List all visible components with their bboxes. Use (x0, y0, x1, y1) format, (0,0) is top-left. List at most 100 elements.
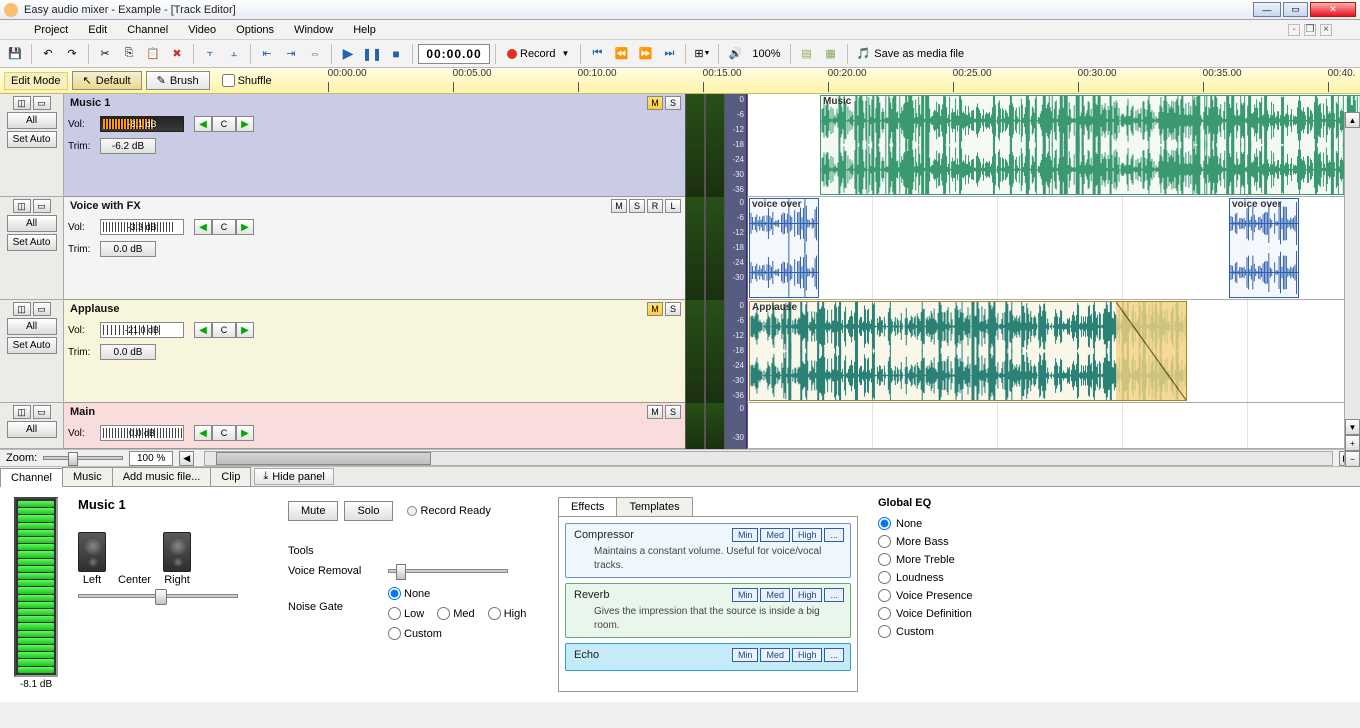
prev-clip-icon[interactable]: ◀ (194, 425, 212, 441)
hide-panel-button[interactable]: ⤓Hide panel (254, 468, 333, 485)
play-icon[interactable]: ▶ (337, 43, 359, 65)
rec-button[interactable]: R (647, 199, 663, 213)
skip-end-icon[interactable]: ⏭ (658, 43, 680, 65)
pan-slider[interactable] (78, 594, 238, 598)
trim-end-icon[interactable]: ⇥ (280, 43, 302, 65)
maximize-button[interactable]: ▭ (1283, 2, 1308, 17)
close-button[interactable]: ✕ (1310, 2, 1356, 17)
clip-voice-1[interactable]: voice over (749, 198, 819, 298)
preset-more[interactable]: ... (824, 648, 844, 662)
waveform-area-main[interactable] (747, 403, 1360, 449)
save-icon[interactable]: 💾 (4, 43, 26, 65)
effect-reverb[interactable]: MinMedHigh... Reverb Gives the impressio… (565, 583, 851, 638)
center-button[interactable]: C (212, 322, 236, 338)
scroll-left-icon[interactable]: ◀ (179, 451, 194, 466)
collapse-icon[interactable]: ▭ (33, 302, 51, 316)
trim-field[interactable]: 0.0 dB (100, 241, 156, 257)
zoom-slider[interactable] (43, 456, 123, 460)
prev-clip-icon[interactable]: ◀ (194, 116, 212, 132)
trim-field[interactable]: -6.2 dB (100, 138, 156, 154)
menu-channel[interactable]: Channel (117, 22, 178, 38)
expand-icon[interactable]: ◫ (13, 405, 31, 419)
cut-icon[interactable]: ✂ (94, 43, 116, 65)
voice-removal-slider[interactable] (388, 569, 508, 573)
prev-clip-icon[interactable]: ◀ (194, 219, 212, 235)
preset-high[interactable]: High (792, 528, 823, 542)
mdi-minimize-icon[interactable]: - (1288, 24, 1300, 36)
select-all-button[interactable]: All (7, 318, 57, 335)
center-button[interactable]: C (212, 425, 236, 441)
noise-gate-low[interactable]: Low (388, 607, 424, 620)
expand-icon[interactable]: ◫ (13, 302, 31, 316)
center-button[interactable]: C (212, 219, 236, 235)
preset-more[interactable]: ... (824, 528, 844, 542)
forward-icon[interactable]: ⏩ (634, 43, 656, 65)
effect-echo[interactable]: MinMedHigh... Echo (565, 643, 851, 671)
solo-button[interactable]: S (629, 199, 645, 213)
solo-button[interactable]: S (665, 96, 681, 110)
redo-icon[interactable]: ↷ (61, 43, 83, 65)
horizontal-scrollbar[interactable] (204, 451, 1333, 466)
solo-button[interactable]: Solo (344, 501, 392, 521)
menu-window[interactable]: Window (284, 22, 343, 38)
preset-min[interactable]: Min (732, 588, 759, 602)
layout1-icon[interactable]: ▤ (796, 43, 818, 65)
noise-gate-none[interactable]: None (388, 587, 430, 600)
record-ready-toggle[interactable]: Record Ready (407, 501, 491, 521)
menu-edit[interactable]: Edit (78, 22, 117, 38)
menu-video[interactable]: Video (178, 22, 226, 38)
skip-start-icon[interactable]: ⏮ (586, 43, 608, 65)
preset-med[interactable]: Med (760, 648, 790, 662)
preset-med[interactable]: Med (760, 588, 790, 602)
preset-more[interactable]: ... (824, 588, 844, 602)
waveform-area-voice[interactable]: voice over voice over (747, 197, 1360, 300)
delete-icon[interactable]: ✖ (166, 43, 188, 65)
track-header-applause[interactable]: Applause MS Vol: -21.0 dB ◀C▶ Trim:0.0 d… (64, 300, 685, 403)
mute-button[interactable]: M (611, 199, 627, 213)
shuffle-checkbox[interactable]: Shuffle (222, 74, 272, 87)
waveform-area-music[interactable]: Music (747, 94, 1360, 197)
effects-list[interactable]: MinMedHigh... Compressor Maintains a con… (558, 517, 858, 692)
preset-high[interactable]: High (792, 648, 823, 662)
track-header-main[interactable]: Main MS Vol: 0.0 dB ◀C▶ (64, 403, 685, 449)
effect-compressor[interactable]: MinMedHigh... Compressor Maintains a con… (565, 523, 851, 578)
mute-button[interactable]: M (647, 405, 663, 419)
preset-min[interactable]: Min (732, 528, 759, 542)
pause-icon[interactable]: ❚❚ (361, 43, 383, 65)
expand-icon[interactable]: ◫ (13, 96, 31, 110)
eq-voice-definition[interactable]: Voice Definition (878, 607, 972, 620)
collapse-icon[interactable]: ▭ (33, 199, 51, 213)
eq-voice-presence[interactable]: Voice Presence (878, 589, 972, 602)
expand-icon[interactable]: ◫ (13, 199, 31, 213)
mode-brush-button[interactable]: ✎Brush (146, 71, 210, 90)
zoom-value[interactable]: 100 % (129, 451, 173, 466)
volume-field[interactable]: -8.1 dB (100, 116, 184, 132)
eq-none[interactable]: None (878, 517, 972, 530)
undo-icon[interactable]: ↶ (37, 43, 59, 65)
tab-channel[interactable]: Channel (0, 468, 63, 487)
merge-icon[interactable]: ⫠ (223, 43, 245, 65)
prev-clip-icon[interactable]: ◀ (194, 322, 212, 338)
trim-field[interactable]: 0.0 dB (100, 344, 156, 360)
mdi-close-icon[interactable]: × (1320, 24, 1332, 36)
set-auto-button[interactable]: Set Auto (7, 131, 57, 148)
volume-field[interactable]: 0.0 dB (100, 425, 184, 441)
preset-min[interactable]: Min (732, 648, 759, 662)
zoom-in-icon[interactable]: + (1345, 435, 1360, 451)
tab-templates[interactable]: Templates (616, 497, 692, 516)
collapse-icon[interactable]: ▭ (33, 96, 51, 110)
solo-button[interactable]: S (665, 302, 681, 316)
eq-custom[interactable]: Custom (878, 625, 972, 638)
tab-clip[interactable]: Clip (210, 467, 251, 486)
menu-options[interactable]: Options (226, 22, 284, 38)
speaker-icon[interactable]: 🔊 (724, 43, 746, 65)
noise-gate-med[interactable]: Med (437, 607, 474, 620)
clip-voice-2[interactable]: voice over (1229, 198, 1299, 298)
select-all-button[interactable]: All (7, 421, 57, 438)
menu-help[interactable]: Help (343, 22, 386, 38)
mdi-restore-icon[interactable]: ❐ (1304, 24, 1316, 36)
eq-more-treble[interactable]: More Treble (878, 553, 972, 566)
preset-med[interactable]: Med (760, 528, 790, 542)
waveform-area-applause[interactable]: Applause (747, 300, 1360, 403)
collapse-icon[interactable]: ▭ (33, 405, 51, 419)
